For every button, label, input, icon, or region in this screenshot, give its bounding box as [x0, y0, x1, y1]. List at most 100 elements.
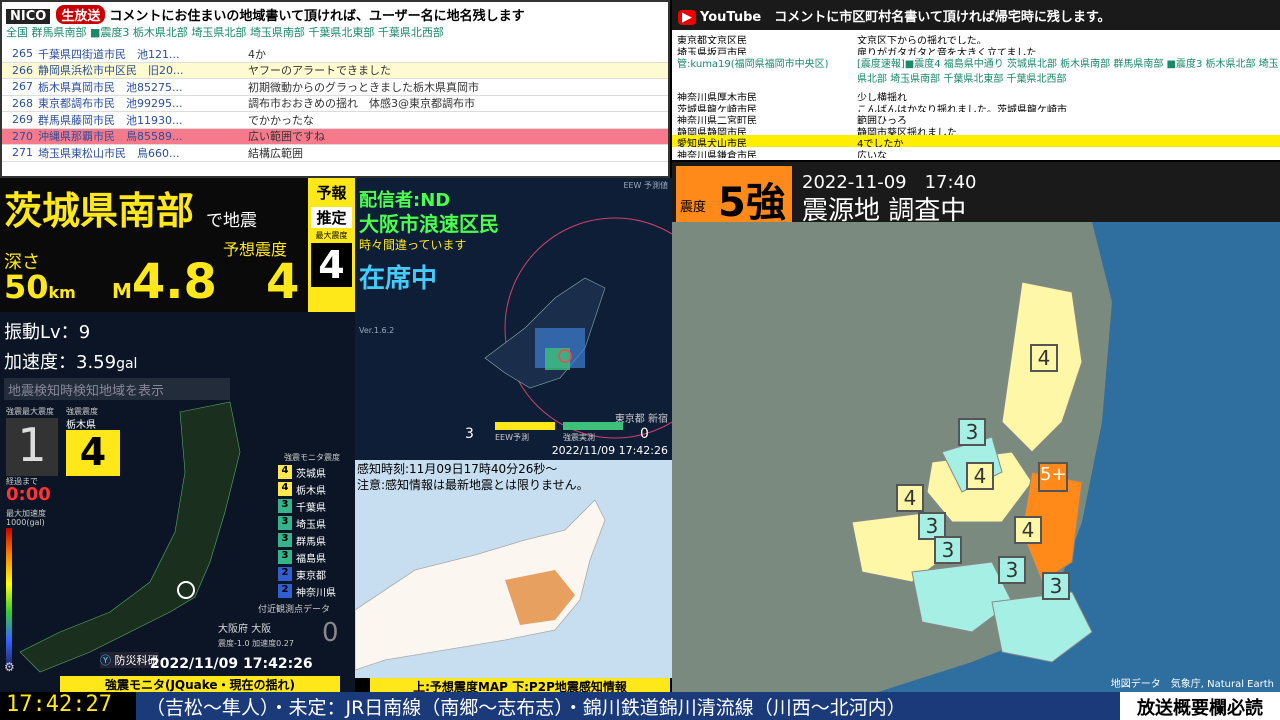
- eew-panel: 茨城県南部 で地震 予想震度 深さ 50km M4.8 4 予報 推定 最大震度…: [0, 178, 355, 312]
- shindo-badge-tochigi-north: 3: [958, 418, 986, 446]
- yt-comment-user: 埼玉県坂戸市民: [677, 47, 747, 56]
- minimap-label: EEW 予測値: [623, 181, 668, 190]
- p2p-map: 感知時刻:11月09日17時40分26秒～ 注意:感知情報は最新地震とは限りませ…: [355, 460, 672, 678]
- gear-icon[interactable]: ⚙: [4, 660, 15, 674]
- comment-user: 東京都調布市民 池99295...: [38, 97, 183, 111]
- youtube-header: ▶ YouTube コメントに市区町村名書いて頂ければ帰宅時に残します。: [672, 0, 1280, 30]
- legend-item: 3 千葉県: [278, 498, 354, 514]
- comment-number: 266: [12, 63, 33, 77]
- legend-name: 神奈川県: [296, 587, 336, 599]
- legend-swatch: 2: [278, 584, 292, 598]
- comment-row: 271 埼玉県東松山市民 鳥660... 結構広範囲: [2, 145, 668, 162]
- comment-row: 267 栃木県真岡市民 池85275... 初期微動からのグラっときました栃木県真岡…: [2, 79, 668, 96]
- eew-expected-intensity: 4: [266, 254, 300, 310]
- comment-user: 栃木県真岡市民 池85275...: [38, 80, 183, 94]
- strong-motion-bar: [563, 422, 623, 430]
- legend-swatch: 3: [278, 533, 292, 547]
- legend-item: 3 埼玉県: [278, 515, 354, 531]
- strong-motion-caption: 強震実測: [563, 433, 595, 442]
- streamer-note: 時々間違っています: [359, 238, 467, 252]
- yt-comment-text: 範囲ひっろ: [857, 116, 907, 124]
- yt-comment-user: 神奈川県厚木市民: [677, 93, 757, 101]
- comment-number: 270: [12, 129, 33, 143]
- streamer-status: 在席中: [359, 264, 438, 294]
- streamer-location: 大阪市浪速区民: [359, 212, 499, 236]
- legend-swatch: 3: [278, 499, 292, 513]
- legend-name: 群馬県: [296, 536, 326, 548]
- eew-suffix: で地震: [206, 211, 257, 231]
- yt-comment-text: 静岡市葵区揺れました: [857, 127, 957, 136]
- comment-text: でかかったな: [248, 113, 314, 127]
- comment-number: 269: [12, 113, 33, 127]
- accel-scale-unit: 1000(gal): [6, 518, 45, 527]
- shindo-badge-saitama-south: 3: [934, 536, 962, 564]
- acceleration: 加速度：3.59gal: [4, 352, 138, 373]
- detect-region-button[interactable]: 地震検知時検知地域を表示: [4, 378, 230, 400]
- niconico-comment-panel: NICO 生放送 コメントにお住まいの地域書いて頂ければ、ユーザー名に地名残します …: [0, 0, 670, 178]
- comment-text: 結構広範囲: [248, 146, 303, 160]
- niconico-header-text: コメントにお住まいの地域書いて頂ければ、ユーザー名に地名残します: [109, 9, 525, 24]
- intensity-legend: 4 茨城県 4 栃木県 3 千葉県 3 埼玉県 3 群馬県 3 福島県 2 東京都 2 神奈川県: [278, 464, 354, 600]
- shindo-badge-chiba-northeast: 3: [1042, 572, 1070, 600]
- legend-item: 2 神奈川県: [278, 583, 354, 599]
- comment-user: 埼玉県東松山市民 鳥660...: [38, 146, 180, 160]
- shindo-badge-ibaraki-north: 4: [1014, 516, 1042, 544]
- comment-row: 265 千葉県四街道市民 池121... 4か: [2, 46, 668, 63]
- comment-number: 265: [12, 47, 33, 61]
- timer: 0:00: [6, 484, 51, 505]
- news-ticker: 17:42:27 （吉松〜隼人）・未定：JR日南線（南郷〜志布志）・錦川鉄道錦川…: [0, 692, 1280, 720]
- accel-scale-bar: [6, 528, 12, 668]
- yt-comment-user: 管:kuma19(福岡県福岡市中央区): [677, 59, 829, 70]
- max-intensity-label: 強震最大震度: [6, 407, 54, 416]
- max-intensity-value: 1: [6, 418, 58, 476]
- p2p-time: 感知時刻:11月09日17時40分26秒～: [357, 462, 558, 476]
- legend-item: 2 東京都: [278, 566, 354, 582]
- legend-swatch: 2: [278, 567, 292, 581]
- legend-name: 埼玉県: [296, 519, 326, 531]
- legend-name: 千葉県: [296, 502, 326, 514]
- legend-name: 茨城県: [296, 468, 326, 480]
- legend-name: 東京都: [296, 570, 326, 582]
- youtube-comment-panel: ▶ YouTube コメントに市区町村名書いて頂ければ帰宅時に残します。 東京都文…: [672, 0, 1280, 160]
- yt-comment-user: 神奈川県二宮町民: [677, 116, 757, 124]
- comment-text: 広い範囲ですね: [248, 130, 325, 144]
- legend-name: 福島県: [296, 553, 326, 565]
- pref-intensity-value: 4: [66, 430, 120, 476]
- yt-comment-row: 管:kuma19(福岡県福岡市中央区) [震度速報]■震度4 福島県中通り 茨城県…: [672, 55, 1280, 89]
- legend-swatch: 4: [278, 465, 292, 479]
- monitor-caption: 強震モニタ(JQuake・現在の揺れ): [60, 676, 340, 692]
- comment-number: 268: [12, 96, 33, 110]
- yt-comment-row: 神奈川県厚木市民 少し横揺れ: [672, 89, 1280, 101]
- youtube-brand: YouTube: [700, 10, 762, 25]
- badge-max-label: 最大震度: [315, 231, 348, 240]
- eew-magnitude: M4.8: [112, 254, 217, 310]
- eew-forecast-bar: [495, 422, 555, 430]
- shindo-map-svg: [672, 222, 1280, 694]
- yt-comment-user: 東京都文京区民: [677, 36, 747, 44]
- yt-comment-row: 神奈川県鎌倉市民 広いな: [672, 147, 1280, 159]
- yt-comment-text: 少し横揺れ: [857, 93, 907, 101]
- legend-swatch: 3: [278, 550, 292, 564]
- niconico-header: NICO 生放送 コメントにお住まいの地域書いて頂ければ、ユーザー名に地名残します …: [2, 2, 668, 46]
- nearby-values: 震度-1.0 加速度0.27: [218, 639, 294, 648]
- eew-max-badge: 予報 推定 最大震度 4: [308, 178, 355, 312]
- yt-comment-text: 扉りがガタガタと音を大きく立てました: [857, 47, 1037, 56]
- shindo-badge-ibaraki-south: 5+: [1038, 462, 1068, 492]
- niconico-comment-list: 265 千葉県四街道市民 池121... 4か 266 静岡県浜松市中区民 旧20...…: [2, 46, 668, 162]
- legend-swatch: 3: [278, 516, 292, 530]
- minimap-version: Ver.1.6.2: [359, 326, 395, 335]
- legend-swatch: 4: [278, 482, 292, 496]
- legend-item: 4 茨城県: [278, 464, 354, 480]
- shindo-map-panel: 震度 5強 2022-11-09 17:40 震源地 調査中 地図データ 気象庁…: [672, 162, 1280, 694]
- niconico-sub-text: 全国 群馬県南部 ■震度3 栃木県北部 埼玉県北部 埼玉県南部 千葉県北東部 千…: [6, 26, 444, 39]
- minimap-timestamp: 2022/11/09 17:42:26: [551, 444, 668, 457]
- yt-comment-text: [震度速報]■震度4 福島県中通り 茨城県北部 栃木県南部 群馬県南部 ■震度3…: [857, 59, 1279, 85]
- niconico-logo: NICO: [6, 9, 51, 24]
- nearby-intensity: 0: [322, 618, 339, 648]
- vibration-level: 振動Lv：9: [4, 322, 91, 343]
- legend-name: 栃木県: [296, 485, 326, 497]
- shindo-badge-chiba-northwest: 3: [998, 556, 1026, 584]
- legend-title: 強震モニタ震度: [284, 453, 340, 462]
- yt-comment-user: 静岡県静岡市民: [677, 127, 747, 136]
- yt-comment-text: 文京区下からの揺れでした。: [857, 36, 987, 44]
